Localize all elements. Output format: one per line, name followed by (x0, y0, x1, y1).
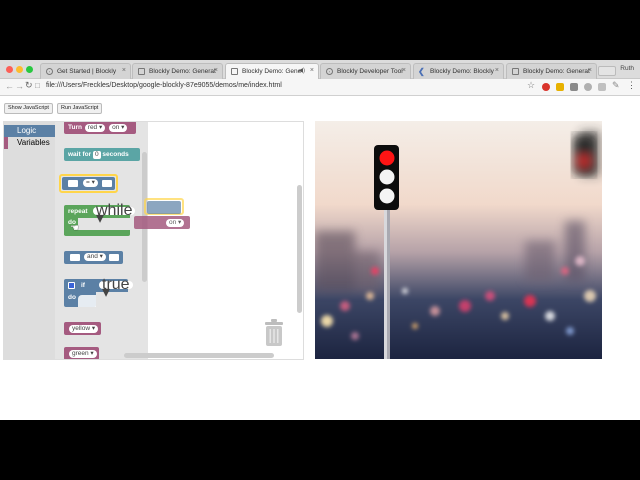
show-javascript-button[interactable]: Show JavaScript (4, 103, 53, 114)
tab-label: Blockly Demo: Generat (149, 68, 216, 75)
category-label: Variables (17, 138, 50, 147)
seconds-number-field[interactable]: 0 (92, 151, 101, 159)
reload-icon[interactable]: ↻ (25, 80, 33, 91)
tab-blockly-demo-3[interactable]: Blockly Demo: Generat × (506, 63, 597, 79)
page-content: Show JavaScript Run JavaScript Logic Var… (0, 97, 640, 420)
block-logic-and[interactable]: and ▾ (64, 251, 123, 264)
browser-toolbar: ← → ↻ □ file:///Users/Freckles/Desktop/g… (0, 79, 640, 96)
color-dropdown[interactable]: green ▾ (69, 350, 97, 358)
bookmark-star-icon[interactable]: ☆ (527, 80, 535, 91)
tab-get-started[interactable]: ◦ Get Started | Blockly × (40, 63, 131, 79)
tab-label: Blockly Demo: Gene (242, 68, 302, 75)
toolbox-category-variables[interactable]: Variables (4, 137, 55, 149)
menu-kebab-icon[interactable]: ⋮ (627, 80, 636, 91)
workspace-vertical-scrollbar[interactable] (297, 185, 302, 313)
tab-label: Get Started | Blockly (57, 68, 117, 75)
extension-icon[interactable] (584, 83, 592, 91)
tab-strip: ◦ Get Started | Blockly × Blockly Demo: … (0, 60, 640, 79)
minimize-window-icon[interactable] (16, 66, 23, 73)
state-dropdown[interactable]: on ▾ (166, 219, 185, 227)
block-wait-seconds[interactable]: wait for 0 seconds (64, 148, 140, 161)
tab-developer-tools[interactable]: ◦ Blockly Developer Tool × (320, 63, 411, 79)
document-icon (512, 68, 519, 75)
trash-can-icon[interactable] (262, 318, 286, 348)
extension-icon[interactable] (598, 83, 606, 91)
browser-window: ◦ Get Started | Blockly × Blockly Demo: … (0, 60, 640, 420)
condition-dropdown[interactable]: true ▾ (99, 277, 133, 301)
new-tab-button[interactable] (598, 66, 616, 76)
toolbox-category-logic[interactable]: Logic (4, 125, 55, 137)
block-if-do[interactable]: if true ▾ do (64, 277, 133, 307)
tab-close-icon[interactable]: × (214, 67, 218, 74)
profile-name[interactable]: Ruth (620, 65, 634, 72)
workspace-horizontal-scrollbar[interactable] (124, 353, 274, 358)
page-info-icon[interactable]: □ (35, 81, 40, 90)
color-dropdown[interactable]: red ▾ (84, 124, 106, 132)
blockly-workspace[interactable]: Logic Variables Turn red ▾ on ▾ wait for (3, 121, 304, 360)
toolbox: Logic Variables (4, 122, 55, 359)
tab-label: Blockly Demo: Generat (523, 68, 590, 75)
close-window-icon[interactable] (6, 66, 13, 73)
category-color-swatch (4, 125, 8, 137)
color-dropdown[interactable]: yellow ▾ (69, 325, 99, 333)
traffic-light-photo (315, 121, 602, 359)
category-label: Logic (17, 126, 37, 135)
page-favicon-icon: ◦ (46, 68, 53, 75)
back-arrow-icon[interactable]: ← (5, 81, 14, 91)
tab-close-icon[interactable]: × (310, 67, 314, 74)
tab-close-icon[interactable]: × (402, 67, 406, 74)
forward-arrow-icon[interactable]: → (15, 81, 24, 91)
blockly-logo-icon: ❮ (418, 67, 425, 76)
pen-extension-icon[interactable]: ✎ (612, 80, 620, 91)
gear-settings-icon[interactable] (68, 282, 75, 289)
dragged-block-turn[interactable]: on ▾ (134, 216, 190, 229)
input-slot[interactable] (102, 180, 112, 187)
block-value-yellow[interactable]: yellow ▾ (64, 322, 101, 335)
state-dropdown[interactable]: on ▾ (109, 124, 128, 132)
zoom-window-icon[interactable] (26, 66, 33, 73)
input-slot[interactable] (68, 180, 78, 187)
adblock-extension-icon[interactable] (542, 83, 550, 91)
toolbox-flyout: Turn red ▾ on ▾ wait for 0 seconds = ▾ r… (55, 122, 148, 359)
operator-dropdown[interactable]: and ▾ (84, 253, 106, 261)
tab-blockly-demo-active[interactable]: Blockly Demo: Gene ◀) × (225, 63, 319, 79)
input-slot[interactable] (109, 254, 119, 261)
block-value-green[interactable]: green ▾ (64, 347, 99, 359)
block-turn-light[interactable]: Turn red ▾ on ▾ (64, 122, 136, 134)
repeat-mode-dropdown[interactable]: while ▾ (93, 203, 136, 227)
category-color-swatch (4, 137, 8, 149)
screen: ◦ Get Started | Blockly × Blockly Demo: … (0, 0, 640, 480)
tab-label: Blockly Developer Tool (337, 68, 403, 75)
block-label: Turn (68, 124, 82, 131)
block-logic-compare[interactable]: = ▾ (62, 177, 115, 190)
dragged-block-compare[interactable] (147, 201, 181, 214)
address-bar[interactable]: file:///Users/Freckles/Desktop/google-bl… (46, 82, 282, 89)
tab-label: Blockly Demo: Blockly (430, 68, 494, 75)
extension-icon[interactable] (570, 83, 578, 91)
extension-icon[interactable] (556, 83, 564, 91)
run-javascript-button[interactable]: Run JavaScript (57, 103, 103, 114)
audio-icon[interactable]: ◀) (298, 67, 305, 74)
tab-close-icon[interactable]: × (588, 67, 592, 74)
operator-dropdown[interactable]: = ▾ (83, 179, 98, 187)
document-icon (231, 68, 238, 75)
tab-blockly-demo-2[interactable]: ❮ Blockly Demo: Blockly × (413, 63, 504, 79)
tab-close-icon[interactable]: × (122, 67, 126, 74)
input-slot[interactable] (70, 254, 80, 261)
hand-cursor-icon: ☚ (70, 223, 79, 234)
tab-close-icon[interactable]: × (495, 67, 499, 74)
page-favicon-icon: ◦ (326, 68, 333, 75)
document-icon (138, 68, 145, 75)
tab-blockly-demo-1[interactable]: Blockly Demo: Generat × (132, 63, 223, 79)
